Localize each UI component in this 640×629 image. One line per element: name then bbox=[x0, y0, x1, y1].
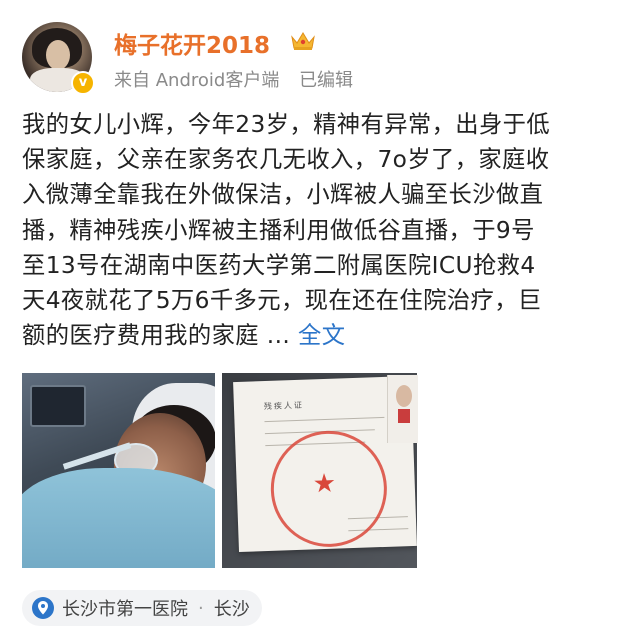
post-line: 至13号在湖南中医药大学第二附属医院ICU抢救4 bbox=[22, 251, 536, 279]
verified-badge-icon: v bbox=[71, 71, 95, 95]
blanket bbox=[22, 468, 215, 568]
edited-label: 已编辑 bbox=[299, 70, 354, 91]
monitor-screen bbox=[30, 385, 86, 427]
location-city: 长沙 bbox=[213, 599, 250, 620]
post-line: 保家庭，父亲在家务农几无收入，7o岁了，家庭收 bbox=[22, 146, 550, 174]
post-line: 入微薄全靠我在外做保洁，小辉被人骗至长沙做直 bbox=[22, 181, 544, 209]
full-text-link[interactable]: 全文 bbox=[298, 322, 345, 349]
certificate-line bbox=[264, 416, 385, 423]
post-line: 天4夜就花了5万6千多元，现在还在住院治疗，巨 bbox=[22, 287, 542, 315]
ellipsis: ... bbox=[258, 322, 298, 350]
third-photo-partial[interactable] bbox=[387, 375, 418, 443]
avatar-face bbox=[46, 40, 70, 70]
location-separator: · bbox=[198, 597, 204, 619]
certificate-title: 残疾人证 bbox=[263, 400, 305, 412]
hospital-photo[interactable] bbox=[22, 373, 215, 568]
location-tag[interactable]: 长沙市第一医院 · 长沙 bbox=[22, 590, 262, 626]
username[interactable]: 梅子花开2018 bbox=[114, 26, 270, 60]
weibo-post: v 梅子花开2018 来自 Android客户端 已编辑 我的女儿小辉，今年23… bbox=[0, 0, 640, 629]
post-source: 来自 Android客户端 bbox=[114, 70, 280, 91]
crown-icon bbox=[291, 32, 315, 50]
post-line-last: 额的医疗费用我的家庭 ... 全文 bbox=[22, 318, 627, 353]
post-meta: 来自 Android客户端 已编辑 bbox=[114, 66, 367, 92]
post-body: 我的女儿小辉，今年23岁，精神有异常，出身于低 保家庭，父亲在家务农几无收入，7… bbox=[22, 107, 627, 353]
post-line: 我的女儿小辉，今年23岁，精神有异常，出身于低 bbox=[22, 111, 551, 138]
photo-red-block bbox=[398, 409, 410, 423]
location-name: 长沙市第一医院 bbox=[62, 599, 188, 620]
photo-face bbox=[396, 385, 412, 407]
post-line-text: 额的医疗费用我的家庭 bbox=[22, 322, 259, 350]
seal-star-icon: ★ bbox=[312, 468, 337, 500]
location-pin-icon bbox=[32, 597, 54, 619]
post-line: 播，精神残疾小辉被主播利用做低谷直播，于9号 bbox=[22, 216, 535, 244]
